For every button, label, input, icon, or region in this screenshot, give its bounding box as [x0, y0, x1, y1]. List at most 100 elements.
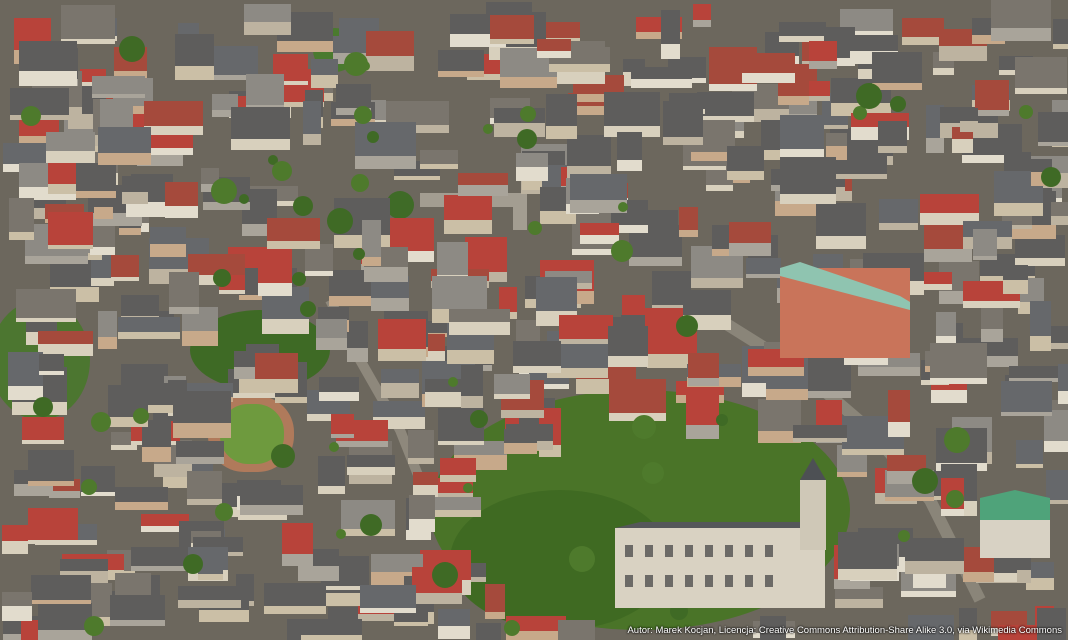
building-roof: [427, 497, 481, 510]
building-roof: [780, 115, 824, 149]
building-facade: [661, 42, 680, 59]
tree: [360, 514, 382, 536]
tree: [213, 269, 231, 287]
building-roof: [631, 67, 692, 79]
building-roof: [960, 108, 978, 121]
building-roof: [9, 198, 34, 232]
building-facade: [409, 517, 435, 532]
tree: [327, 208, 353, 234]
building-roof: [872, 52, 922, 83]
building-roof: [438, 50, 484, 71]
tree: [21, 106, 41, 126]
building-roof: [46, 132, 95, 151]
building-roof: [48, 212, 93, 245]
building-facade: [311, 73, 338, 88]
building-facade: [939, 44, 987, 61]
building-facade: [2, 604, 32, 621]
building-roof: [362, 220, 381, 257]
building-roof: [303, 101, 321, 134]
building-roof: [378, 319, 426, 349]
building-facade: [1003, 278, 1028, 294]
building-facade: [991, 26, 1051, 41]
building-roof: [746, 258, 781, 274]
building-facade: [447, 348, 494, 364]
tree: [528, 221, 542, 235]
building-facade: [316, 336, 347, 350]
building-roof: [98, 127, 151, 153]
building-roof: [347, 321, 368, 348]
building-roof: [39, 354, 64, 371]
building-roof: [559, 315, 613, 339]
building-roof: [2, 525, 28, 541]
building-roof: [2, 592, 32, 606]
tree: [432, 562, 458, 588]
building-roof: [144, 101, 203, 126]
building-roof: [187, 471, 222, 499]
building-roof: [169, 272, 199, 307]
building-roof: [580, 223, 619, 235]
building-facade: [98, 151, 151, 165]
building-roof: [76, 163, 116, 191]
tree: [463, 483, 473, 493]
tree: [351, 174, 369, 192]
building-roof: [887, 455, 926, 471]
building-roof: [1046, 470, 1068, 500]
building-facade: [258, 281, 292, 296]
building-roof: [558, 620, 595, 640]
building-roof: [178, 586, 241, 600]
building-roof: [231, 107, 290, 139]
tree: [856, 83, 882, 109]
building-roof: [92, 76, 145, 94]
building-facade: [262, 317, 309, 334]
tree: [890, 96, 906, 112]
building-facade: [931, 388, 967, 403]
building-roof: [366, 31, 414, 56]
building-roof: [516, 153, 548, 167]
building-roof: [28, 508, 78, 540]
building-facade: [8, 384, 43, 400]
tree: [520, 106, 536, 122]
building-roof: [536, 277, 577, 311]
building-roof: [175, 34, 214, 66]
building-roof: [440, 458, 476, 475]
building-roof: [413, 472, 438, 485]
building-roof: [38, 603, 92, 630]
building-roof: [779, 22, 826, 36]
building-roof: [513, 341, 561, 366]
building-roof: [663, 101, 703, 137]
building-roof: [679, 207, 698, 230]
building-roof: [409, 495, 435, 519]
tree: [300, 301, 316, 317]
building-roof: [437, 242, 468, 275]
building-facade: [952, 137, 973, 153]
building-roof: [438, 609, 470, 626]
building-roof: [973, 229, 997, 256]
building-facade: [19, 69, 77, 86]
building-facade: [98, 335, 117, 349]
building-roof: [1004, 152, 1031, 171]
building-roof: [686, 394, 719, 425]
building-facade: [122, 190, 148, 204]
building-roof: [981, 305, 1003, 329]
building-roof: [975, 80, 1009, 110]
building-facade: [1030, 334, 1051, 351]
building-facade: [165, 204, 198, 218]
building-roof: [465, 237, 507, 272]
building-roof: [8, 352, 43, 386]
building-roof: [176, 441, 224, 457]
building-roof: [111, 255, 139, 277]
building-roof: [729, 222, 771, 243]
tree: [84, 616, 104, 636]
building-roof: [476, 623, 501, 640]
building-roof: [816, 203, 866, 236]
building-roof: [1053, 19, 1068, 44]
tree: [569, 546, 595, 572]
building-roof: [110, 595, 165, 620]
building-facade: [364, 265, 408, 282]
tree: [329, 442, 339, 452]
tree: [1019, 105, 1033, 119]
building-roof: [809, 41, 837, 61]
tree: [293, 196, 313, 216]
building-roof: [234, 351, 255, 367]
tree: [632, 415, 656, 439]
